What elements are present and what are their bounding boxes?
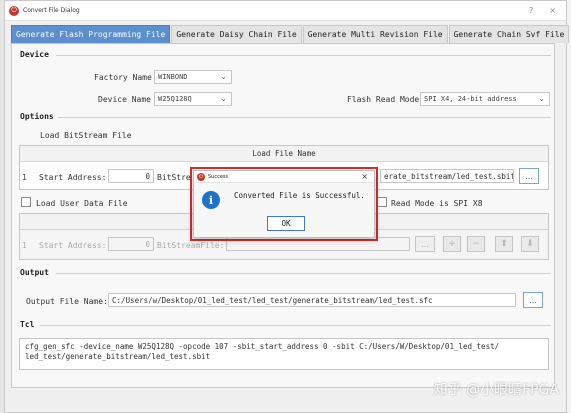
options-section-label: Options xyxy=(20,112,54,121)
output-file-name-input[interactable]: C:/Users/w/Desktop/01_led_test/led_test/… xyxy=(108,293,516,307)
chevron-down-icon: ⌄ xyxy=(220,94,227,103)
tab-generate-chain-svf-file[interactable]: Generate Chain Svf File xyxy=(448,25,570,43)
load-user-data-label: Load User Data File xyxy=(36,199,128,208)
device-name-select[interactable]: W25Q128Q ⌄ xyxy=(154,92,232,106)
start-address-input[interactable]: 0 xyxy=(108,169,154,183)
move-down-icon[interactable]: ⬇ xyxy=(521,236,539,252)
ok-button[interactable]: OK xyxy=(267,216,305,231)
user-start-address-input[interactable]: 0 xyxy=(108,237,154,251)
read-mode-spi-x8-label: Read Mode is SPI X8 xyxy=(391,199,483,208)
success-dialog-title: Success xyxy=(208,173,229,180)
tab-generate-daisy-chain-file[interactable]: Generate Daisy Chain File xyxy=(171,25,302,43)
success-dialog: ⏻ Success × i Converted File is Successf… xyxy=(193,170,375,238)
divider xyxy=(56,55,551,56)
bitstream-file-path-input[interactable]: erate_bitstream/led_test.sbit xyxy=(380,169,514,183)
row-number: 1 xyxy=(22,241,27,250)
tcl-command-box[interactable]: cfg_gen_sfc -device_name W25Q128Q -opcod… xyxy=(19,338,549,370)
add-icon[interactable]: + xyxy=(443,236,461,252)
bitstream-browse-button[interactable]: ... xyxy=(519,168,539,184)
tab-generate-flash-programming-file[interactable]: Generate Flash Programming File xyxy=(11,25,171,43)
load-user-data-checkbox[interactable] xyxy=(21,197,31,207)
factory-name-value: WINBOND xyxy=(158,73,188,81)
success-dialog-close-button[interactable]: × xyxy=(361,172,368,181)
divider xyxy=(56,273,551,274)
tcl-line-1: cfg_gen_sfc -device_name W25Q128Q -opcod… xyxy=(25,342,500,351)
tab-generate-multi-revision-file[interactable]: Generate Multi Revision File xyxy=(302,25,448,43)
chevron-down-icon: ⌄ xyxy=(538,94,545,103)
success-dialog-title-bar: ⏻ Success × xyxy=(194,171,374,183)
factory-name-label: Factory Name xyxy=(94,73,152,82)
output-file-name-label: Output File Name: xyxy=(26,297,108,306)
flash-read-mode-value: SPI X4, 24-bit address xyxy=(424,95,517,103)
close-button[interactable]: × xyxy=(549,6,556,15)
row-number: 1 xyxy=(22,173,27,182)
tcl-section-label: Tcl xyxy=(20,320,35,329)
user-start-address-label: Start Address: xyxy=(39,241,107,250)
app-logo-icon: ⏻ xyxy=(9,5,19,16)
device-name-value: W25Q128Q xyxy=(158,95,192,103)
factory-name-select[interactable]: WINBOND ⌄ xyxy=(154,70,232,84)
move-up-icon[interactable]: ⬆ xyxy=(495,236,513,252)
read-mode-spi-x8-checkbox[interactable] xyxy=(377,197,387,207)
divider xyxy=(40,325,551,326)
device-name-label: Device Name xyxy=(98,95,151,104)
info-icon: i xyxy=(202,191,220,209)
divider xyxy=(58,117,551,118)
flash-read-mode-select[interactable]: SPI X4, 24-bit address ⌄ xyxy=(420,92,550,106)
table-header: Load File Name xyxy=(20,146,548,162)
success-message: Converted File is Successful. xyxy=(234,191,365,200)
bitstream-file-label: BitStre xyxy=(157,173,191,182)
remove-icon[interactable]: − xyxy=(467,236,485,252)
tab-bar: Generate Flash Programming File Generate… xyxy=(11,25,570,43)
window-title: Convert File Dialog xyxy=(23,7,80,14)
app-logo-icon: ⏻ xyxy=(197,172,205,181)
output-browse-button[interactable]: ... xyxy=(523,292,543,308)
user-browse-button[interactable]: ... xyxy=(415,236,435,252)
title-bar: ⏻ Convert File Dialog ? × xyxy=(5,1,566,21)
user-bitstream-file-label: BitStreamFile: xyxy=(157,241,225,250)
load-bitstream-label: Load BitStream File xyxy=(40,131,132,140)
output-section-label: Output xyxy=(20,268,49,277)
chevron-down-icon: ⌄ xyxy=(220,72,227,81)
device-section-label: Device xyxy=(20,50,49,59)
start-address-label: Start Address: xyxy=(39,173,107,182)
watermark: 知乎 @小眼睛FPGA xyxy=(433,382,559,398)
flash-read-mode-label: Flash Read Mode xyxy=(347,95,420,104)
help-button[interactable]: ? xyxy=(529,6,533,15)
tcl-line-2: led_test/generate_bitstream/led_test.sbi… xyxy=(25,352,211,361)
